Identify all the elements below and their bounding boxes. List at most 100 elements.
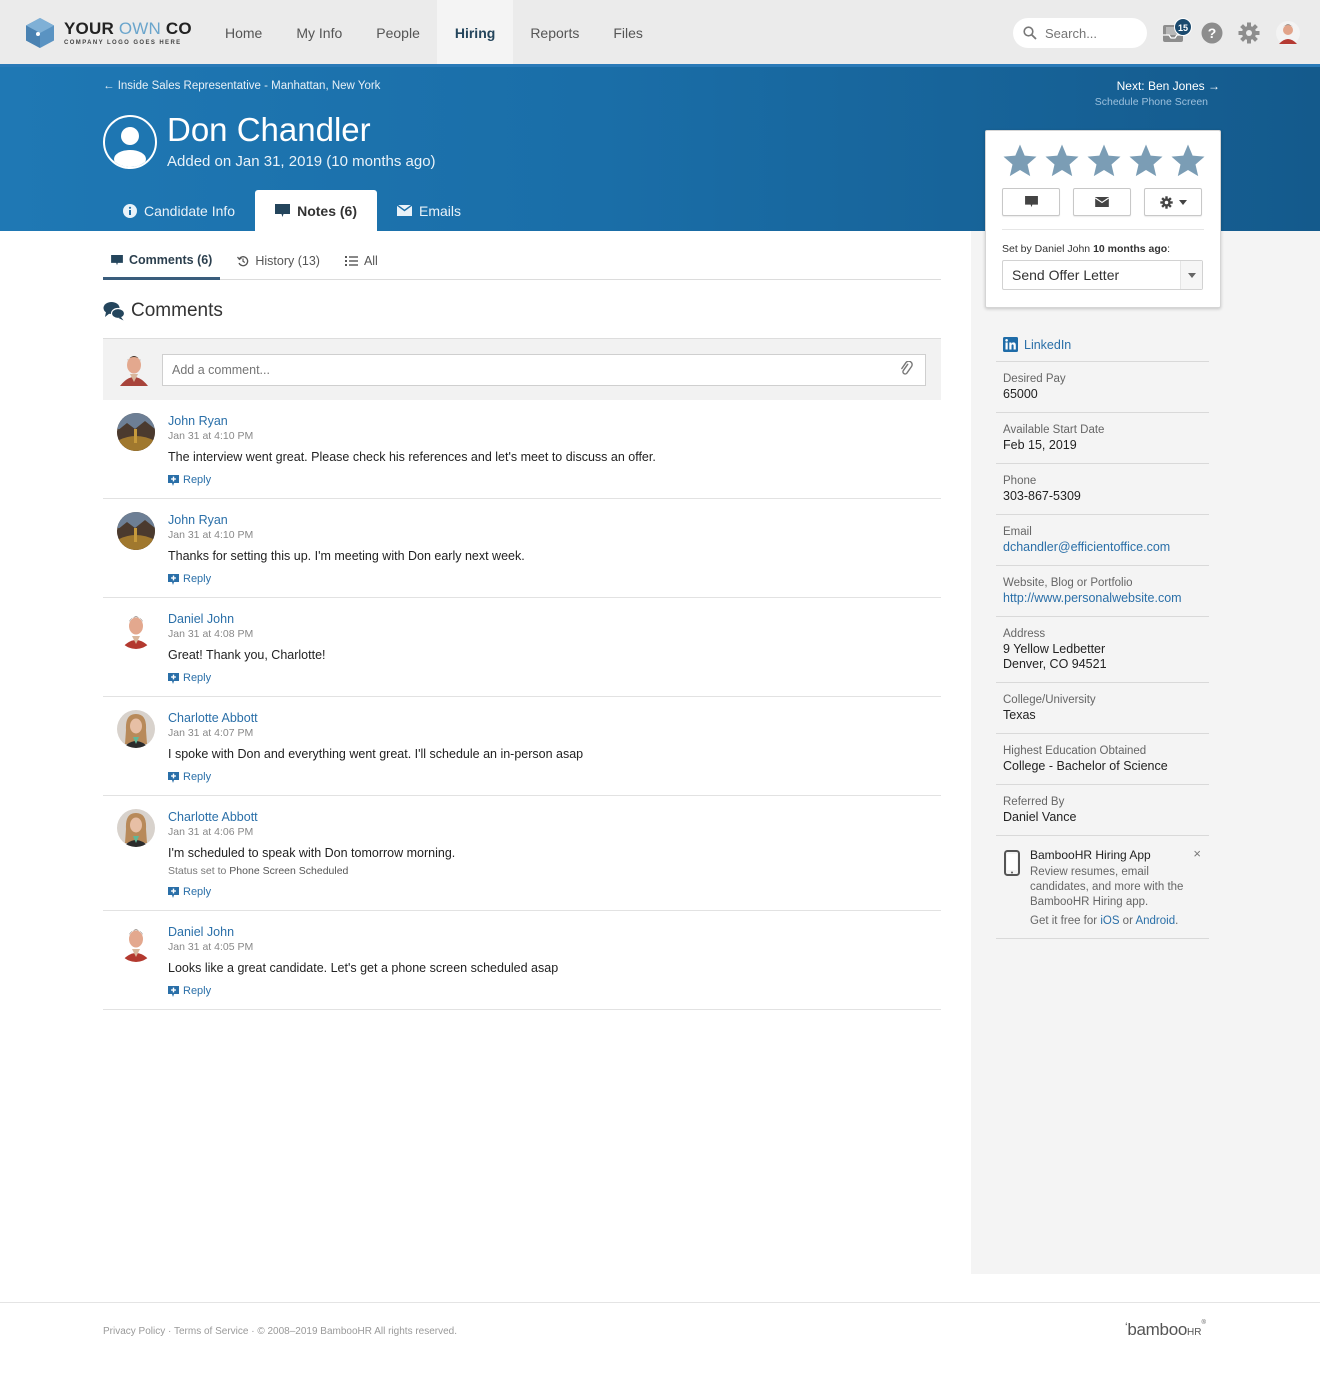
info-label: Website, Blog or Portfolio	[1003, 577, 1133, 589]
reply-icon	[168, 672, 179, 684]
nav-reports[interactable]: Reports	[513, 0, 596, 64]
help-button[interactable]: ?	[1201, 22, 1223, 49]
comment-author[interactable]: John Ryan	[168, 414, 941, 429]
promo-get-prefix: Get it free for	[1030, 915, 1101, 927]
privacy-policy-link[interactable]: Privacy Policy	[103, 1326, 165, 1337]
comment-status-change: Status set to Phone Screen Scheduled	[168, 865, 941, 877]
set-by-when: 10 months ago	[1093, 243, 1168, 255]
comment-author[interactable]: John Ryan	[168, 513, 941, 528]
comment-author[interactable]: Daniel John	[168, 612, 941, 627]
comment-author[interactable]: Charlotte Abbott	[168, 711, 941, 726]
bamboo-reg: ®	[1201, 1320, 1206, 1326]
star-icon[interactable]	[1086, 143, 1122, 179]
user-avatar[interactable]	[1276, 21, 1300, 50]
paperclip-icon[interactable]	[899, 361, 915, 377]
add-comment-button[interactable]	[1002, 188, 1060, 216]
reply-icon	[168, 985, 179, 997]
email-link[interactable]: dchandler@efficientoffice.com	[1003, 540, 1209, 555]
comment-text: The interview went great. Please check h…	[168, 450, 656, 464]
tab-notes-label: Notes (6)	[297, 202, 357, 219]
comment-icon	[275, 203, 291, 217]
tab-candidate-info-label: Candidate Info	[144, 202, 236, 219]
status-dropdown[interactable]: Send Offer Letter	[1002, 260, 1203, 290]
envelope-icon	[1095, 197, 1109, 207]
promo-or: or	[1119, 915, 1136, 927]
star-icon[interactable]	[1044, 143, 1080, 179]
info-label: Phone	[1003, 475, 1037, 487]
tab-notes[interactable]: Notes (6)	[255, 190, 377, 231]
nav-people[interactable]: People	[359, 0, 437, 64]
comment-timestamp: Jan 31 at 4:10 PM	[168, 430, 254, 442]
company-logo[interactable]: YOUR OWN CO COMPANY LOGO GOES HERE	[24, 17, 192, 49]
subtab-comments[interactable]: Comments (6)	[103, 243, 221, 280]
info-icon	[123, 203, 137, 218]
caret-down-icon	[1187, 272, 1196, 278]
subtab-all-label: All	[363, 254, 378, 268]
android-link[interactable]: Android	[1135, 915, 1175, 927]
next-candidate-link[interactable]: Next: Ben Jones → Schedule Phone Screen	[1095, 79, 1220, 108]
footer-links: Privacy Policy · Terms of Service · © 20…	[103, 1326, 457, 1337]
reply-button[interactable]: Reply	[168, 985, 941, 997]
info-label: Highest Education Obtained	[1003, 745, 1147, 757]
comment-input[interactable]	[162, 354, 926, 386]
rating-status-card: Set by Daniel John 10 months ago: Send O…	[985, 130, 1221, 308]
reply-button[interactable]: Reply	[168, 672, 941, 684]
reply-label: Reply	[183, 672, 212, 684]
terms-of-service-link[interactable]: Terms of Service	[174, 1326, 248, 1337]
inbox-button[interactable]: 15	[1162, 18, 1192, 49]
search-box[interactable]	[1013, 18, 1147, 48]
commenter-avatar	[117, 611, 155, 649]
nav-my-info[interactable]: My Info	[279, 0, 359, 64]
back-to-job-link[interactable]: ← Inside Sales Representative - Manhatta…	[103, 80, 380, 92]
comment-text: Great! Thank you, Charlotte!	[168, 648, 326, 662]
promo-title: BambooHR Hiring App	[1030, 848, 1151, 862]
nav-files[interactable]: Files	[596, 0, 660, 64]
tab-emails[interactable]: Emails	[377, 190, 481, 231]
send-email-button[interactable]	[1073, 188, 1131, 216]
info-value: 303-867-5309	[1003, 489, 1081, 503]
set-by-prefix: Set by Daniel John	[1002, 243, 1094, 255]
comments-title: Comments	[131, 300, 223, 321]
info-education: Highest Education Obtained College - Bac…	[996, 734, 1209, 785]
candidate-tabs: Candidate Info Notes (6) Emails	[103, 190, 481, 231]
info-value: Daniel Vance	[1003, 810, 1077, 824]
tab-candidate-info[interactable]: Candidate Info	[103, 190, 255, 231]
star-icon[interactable]	[1002, 143, 1038, 179]
star-icon[interactable]	[1128, 143, 1164, 179]
close-icon[interactable]: ×	[1193, 846, 1201, 861]
man-avatar-icon	[120, 356, 148, 386]
commenter-avatar	[117, 710, 155, 748]
reply-button[interactable]: Reply	[168, 474, 941, 486]
comment-author[interactable]: Daniel John	[168, 925, 941, 940]
comment-text: Thanks for setting this up. I'm meeting …	[168, 549, 525, 563]
reply-icon	[168, 573, 179, 585]
promo-suffix: .	[1175, 915, 1179, 927]
ios-link[interactable]: iOS	[1100, 915, 1119, 927]
website-link[interactable]: http://www.personalwebsite.com	[1003, 591, 1209, 606]
linkedin-label[interactable]: LinkedIn	[1024, 338, 1071, 352]
inbox-count-badge: 15	[1174, 18, 1192, 36]
list-icon	[344, 256, 358, 266]
subtab-history[interactable]: History (13)	[229, 243, 328, 279]
linkedin-link[interactable]: LinkedIn	[996, 328, 1209, 362]
footer-divider	[0, 1302, 1320, 1303]
reply-button[interactable]: Reply	[168, 886, 941, 898]
info-desired-pay: Desired Pay 65000	[996, 362, 1209, 413]
subtab-all[interactable]: All	[337, 243, 386, 279]
svg-text:?: ?	[1208, 25, 1217, 41]
comment-author[interactable]: Charlotte Abbott	[168, 810, 941, 825]
next-candidate-status: Schedule Phone Screen	[1094, 96, 1208, 108]
more-actions-button[interactable]	[1144, 188, 1202, 216]
nav-home[interactable]: Home	[208, 0, 279, 64]
info-label: Desired Pay	[1003, 373, 1066, 385]
star-icon[interactable]	[1170, 143, 1206, 179]
help-icon: ?	[1201, 22, 1223, 44]
search-input[interactable]	[1045, 25, 1135, 41]
star-rating[interactable]	[1002, 143, 1206, 179]
nav-hiring[interactable]: Hiring	[436, 0, 514, 64]
reply-button[interactable]: Reply	[168, 771, 941, 783]
reply-button[interactable]: Reply	[168, 573, 941, 585]
address-line-2: Denver, CO 94521	[1003, 657, 1107, 671]
info-value: Feb 15, 2019	[1003, 438, 1077, 452]
settings-button[interactable]	[1238, 22, 1260, 49]
